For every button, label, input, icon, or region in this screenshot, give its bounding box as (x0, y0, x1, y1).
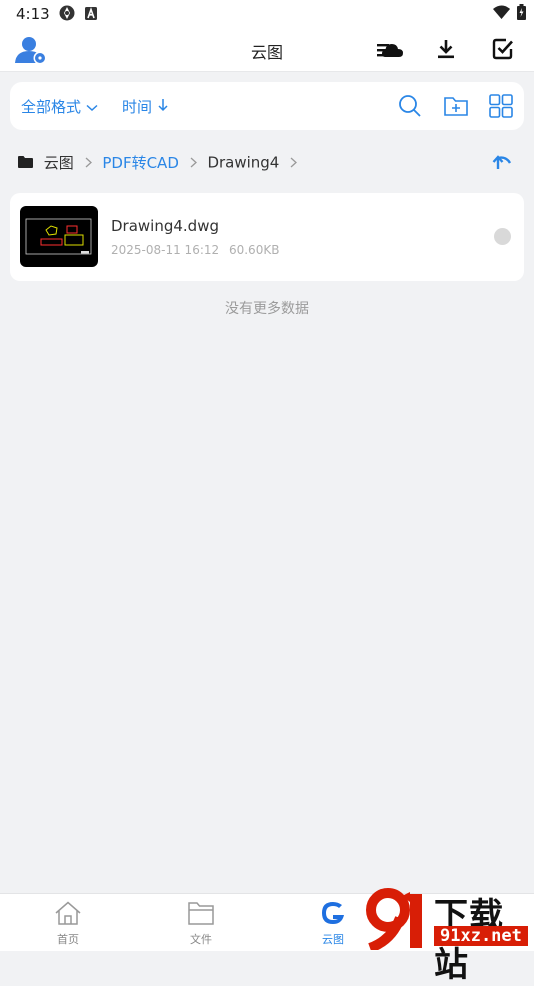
nav-label-home: 首页 (57, 933, 79, 946)
new-folder-button[interactable] (443, 93, 469, 119)
breadcrumb-root[interactable]: 云图 (44, 154, 74, 172)
nav-label-cloud: 云图 (322, 933, 344, 946)
file-name: Drawing4.dwg (111, 217, 219, 235)
home-icon (55, 901, 81, 925)
breadcrumb-link-pdf-to-cad[interactable]: PDF转CAD (102, 154, 179, 172)
nav-tab-files[interactable]: 文件 (171, 900, 231, 947)
return-up-icon (492, 155, 512, 169)
watermark-url: 91xz.net (434, 926, 528, 946)
file-size: 60.60KB (228, 243, 280, 257)
no-more-data-text: 没有更多数据 (225, 301, 309, 317)
arrow-down-icon (157, 98, 169, 116)
wifi-icon (493, 5, 510, 23)
breadcrumb-separator-icon (190, 154, 202, 172)
grid-view-icon (489, 94, 513, 118)
download-button[interactable] (432, 36, 460, 62)
time-sort-button[interactable]: 时间 (122, 96, 169, 117)
keyboard-status-icon (85, 6, 97, 24)
app-header: 云图 (0, 28, 534, 72)
cloud-drawing-logo-icon (322, 902, 344, 924)
file-thumbnail (20, 206, 98, 267)
breadcrumb-separator-icon (290, 154, 298, 172)
cloud-sync-button[interactable] (376, 36, 404, 62)
checkbox-icon (492, 38, 513, 60)
chevron-down-icon (86, 98, 98, 116)
status-time: 4:13 (16, 5, 50, 23)
search-button[interactable] (397, 93, 423, 119)
grid-view-button[interactable] (488, 93, 514, 119)
cloud-list-icon (377, 44, 403, 57)
go-up-button[interactable] (490, 150, 514, 174)
watermark-logo-icon (366, 888, 422, 950)
file-select-radio[interactable] (494, 228, 511, 245)
format-filter-label: 全部格式 (21, 98, 82, 116)
nav-tab-home[interactable]: 首页 (38, 900, 98, 947)
sync-status-icon (58, 4, 76, 26)
breadcrumb-separator-icon (85, 154, 97, 172)
status-bar: 4:13 (0, 0, 534, 28)
multi-select-button[interactable] (489, 36, 517, 62)
breadcrumb: 云图 PDF转CAD Drawing4 (18, 152, 303, 174)
file-meta: 2025-08-11 16:12 60.60KB (111, 243, 285, 257)
folder-outline-icon (188, 902, 214, 925)
battery-icon (517, 4, 526, 24)
new-folder-icon (444, 97, 468, 116)
file-date: 2025-08-11 16:12 (111, 243, 220, 257)
search-icon (399, 95, 421, 117)
breadcrumb-current: Drawing4 (207, 153, 280, 172)
filter-toolbar: 全部格式 时间 (10, 82, 524, 130)
site-watermark: 下载站 91xz.net (362, 888, 534, 985)
format-filter-dropdown[interactable]: 全部格式 (21, 96, 98, 117)
nav-label-files: 文件 (190, 933, 212, 946)
folder-icon (18, 154, 33, 172)
download-icon (438, 40, 454, 59)
nav-tab-cloud[interactable]: 云图 (303, 900, 363, 947)
file-list-item[interactable]: Drawing4.dwg 2025-08-11 16:12 60.60KB (10, 193, 524, 281)
time-sort-label: 时间 (122, 98, 153, 116)
